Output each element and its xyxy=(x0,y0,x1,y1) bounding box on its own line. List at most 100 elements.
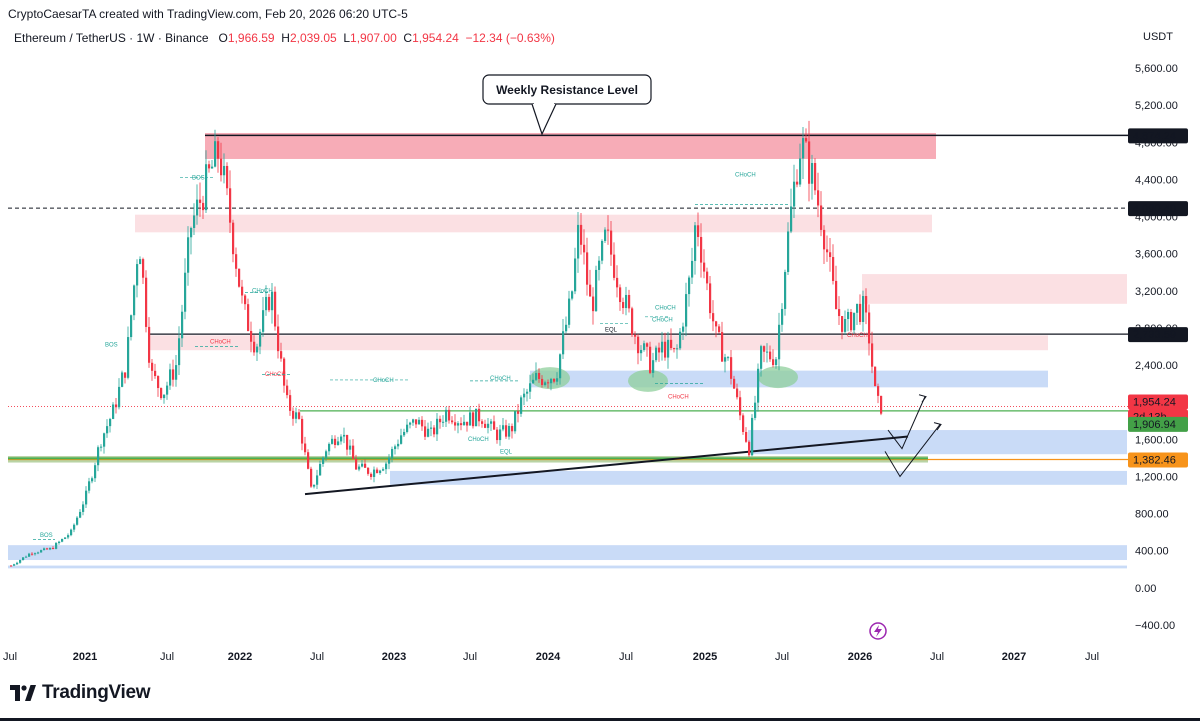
candle-body xyxy=(796,181,799,185)
candle-body xyxy=(340,436,343,442)
candle-body xyxy=(880,395,883,414)
candle-body xyxy=(55,543,58,549)
price-tick-label: 5,200.00 xyxy=(1135,100,1178,112)
candle-body xyxy=(616,277,619,288)
candle-body xyxy=(733,378,736,389)
candle-body xyxy=(628,294,631,309)
candle-body xyxy=(424,426,427,437)
candle-body xyxy=(100,446,103,448)
candle-body xyxy=(232,222,235,255)
candle-body xyxy=(250,330,253,342)
candle-body xyxy=(760,346,763,369)
candle-body xyxy=(217,141,220,159)
time-axis[interactable]: Jul 2021 Jul 2022 Jul 2023 Jul 2024 Jul 2025 Jul 20… xyxy=(3,622,1099,663)
candle-body xyxy=(565,324,568,332)
candle-body xyxy=(382,469,385,471)
tradingview-logo[interactable]: TradingView xyxy=(10,682,151,704)
candle-body xyxy=(499,429,502,441)
candle-body xyxy=(178,338,181,366)
candle-body xyxy=(805,138,808,142)
candle-body xyxy=(385,463,388,470)
candle-body xyxy=(376,469,379,474)
candle-body xyxy=(145,277,148,327)
lightning-icon xyxy=(874,625,882,637)
candle-body xyxy=(493,421,496,430)
candle-body xyxy=(622,302,625,309)
demand-zone-4 xyxy=(8,545,1127,561)
candle-body xyxy=(859,303,862,322)
candle-body xyxy=(694,225,697,261)
price-label-text: 4,090.40 xyxy=(1133,203,1176,215)
candle-body xyxy=(817,190,820,206)
candle-body xyxy=(556,378,559,382)
candle-body xyxy=(697,225,700,237)
candle-body xyxy=(589,284,592,297)
candle-body xyxy=(868,312,871,344)
candle-body xyxy=(754,402,757,418)
price-axis[interactable]: 5,600.005,200.004,800.004,400.004,000.00… xyxy=(1135,63,1178,632)
supply-zone-1 xyxy=(135,214,932,233)
candle-body xyxy=(322,457,325,464)
candle-body xyxy=(199,199,202,203)
candle-body xyxy=(610,230,613,255)
candle-body xyxy=(415,419,418,425)
candle-body xyxy=(76,517,79,525)
candle-body xyxy=(208,164,211,169)
time-tick-label: 2023 xyxy=(382,651,406,663)
candle-body xyxy=(580,224,583,245)
candle-body xyxy=(160,388,163,399)
candle-body xyxy=(439,418,442,423)
candle-body xyxy=(127,337,130,378)
candle-body xyxy=(478,408,481,422)
price-chart[interactable]: BOSBOSBOSCHoCHCHoCHCHoCHCHoCH CHoCHCHoCHC… xyxy=(0,0,1200,721)
candle-body xyxy=(847,312,850,320)
structure-label: EQL xyxy=(605,328,618,334)
candle-body xyxy=(49,548,52,550)
candle-body xyxy=(361,463,364,467)
candle-body xyxy=(253,341,256,353)
candle-body xyxy=(118,386,121,408)
candle-body xyxy=(364,463,367,468)
candle-body xyxy=(472,412,475,427)
candle-body xyxy=(700,236,703,263)
price-tick-label: 2,400.00 xyxy=(1135,360,1178,372)
candle-body xyxy=(418,419,421,425)
candle-body xyxy=(649,346,652,373)
candle-body xyxy=(70,529,73,536)
structure-label: CHoCH xyxy=(468,437,489,443)
candle-body xyxy=(214,141,217,167)
candle-body xyxy=(433,427,436,435)
candle-body xyxy=(544,382,547,385)
candle-body xyxy=(397,443,400,447)
candle-body xyxy=(550,378,553,384)
candle-body xyxy=(820,205,823,230)
candle-body xyxy=(514,411,517,432)
candle-body xyxy=(274,291,277,327)
candle-body xyxy=(166,385,169,395)
candle-body xyxy=(790,206,793,232)
candle-body xyxy=(358,466,361,470)
candle-body xyxy=(568,298,571,325)
candle-body xyxy=(535,372,538,380)
candle-body xyxy=(190,227,193,238)
candle-body xyxy=(703,262,706,272)
candle-body xyxy=(724,357,727,362)
candle-body xyxy=(403,431,406,436)
candle-body xyxy=(97,447,100,466)
candle-body xyxy=(502,425,505,430)
candle-body xyxy=(169,369,172,386)
candle-body xyxy=(577,224,580,259)
candle-body xyxy=(763,346,766,352)
candle-body xyxy=(139,259,142,265)
candle-body xyxy=(742,415,745,432)
candle-body xyxy=(409,422,412,425)
time-tick-label: Jul xyxy=(310,651,324,663)
candle-body xyxy=(595,269,598,312)
candle-body xyxy=(142,259,145,278)
candle-body xyxy=(220,158,223,176)
candle-body xyxy=(235,254,238,269)
time-tick-label: Jul xyxy=(3,651,17,663)
candle-body xyxy=(307,452,310,469)
candle-body xyxy=(328,443,331,452)
candle-body xyxy=(682,326,685,332)
